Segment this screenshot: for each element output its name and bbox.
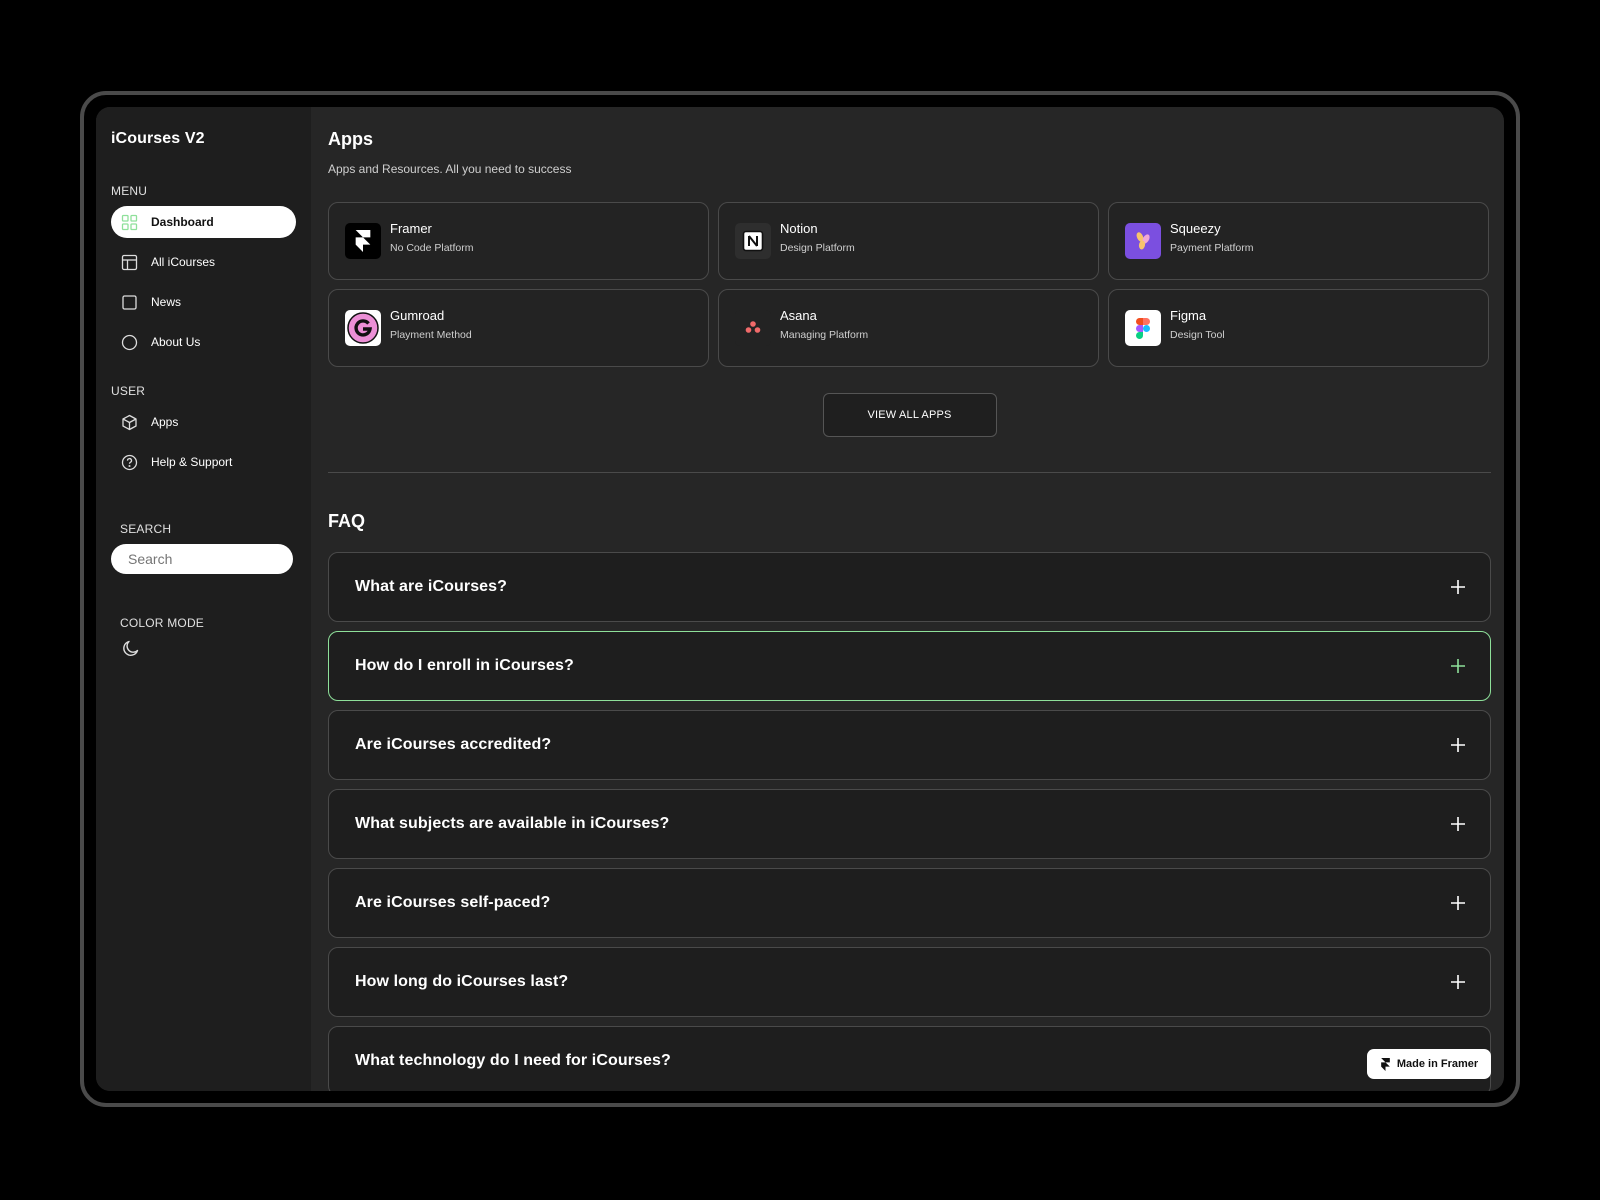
layout-icon <box>121 254 138 271</box>
app-desc: Design Tool <box>1170 328 1225 341</box>
faq-item[interactable]: How long do iCourses last? <box>328 947 1491 1017</box>
sidebar: iCourses V2 MENU Dashboard All iCourses … <box>96 107 311 1091</box>
app-desc: Design Platform <box>780 241 855 254</box>
sidebar-item-label: All iCourses <box>151 255 216 269</box>
sidebar-item-about-us[interactable]: About Us <box>111 326 296 358</box>
menu-section-label: MENU <box>111 184 148 198</box>
plus-icon <box>1451 580 1465 594</box>
app-name: Figma <box>1170 307 1207 323</box>
app-desc: Playment Method <box>390 328 472 341</box>
faq-question: What subjects are available in iCourses? <box>355 815 670 832</box>
view-all-apps-button[interactable]: VIEW ALL APPS <box>822 393 997 437</box>
faq-question: How do I enroll in iCourses? <box>355 657 574 674</box>
notion-logo <box>735 223 771 259</box>
faq-question: How long do iCourses last? <box>355 973 569 990</box>
sidebar-item-help-support[interactable]: Help & Support <box>111 446 296 478</box>
sidebar-item-label: News <box>151 295 182 309</box>
app-card-framer[interactable]: Framer No Code Platform <box>328 202 709 280</box>
faq-item[interactable]: Are iCourses accredited? <box>328 710 1491 780</box>
framer-icon <box>1381 1057 1390 1071</box>
sidebar-item-all-icourses[interactable]: All iCourses <box>111 246 296 278</box>
app-name: Squeezy <box>1170 220 1221 236</box>
sidebar-item-news[interactable]: News <box>111 286 296 318</box>
faq-item[interactable]: What are iCourses? <box>328 552 1491 622</box>
faq-item[interactable]: Are iCourses self-paced? <box>328 868 1491 938</box>
gumroad-logo <box>345 310 381 346</box>
section-divider <box>328 472 1491 473</box>
sidebar-item-dashboard[interactable]: Dashboard <box>111 206 296 238</box>
app-card-figma[interactable]: Figma Design Tool <box>1108 289 1489 367</box>
faq-item[interactable]: What subjects are available in iCourses? <box>328 789 1491 859</box>
app-name: Framer <box>390 220 432 236</box>
sidebar-item-label: Help & Support <box>151 455 233 469</box>
plus-icon <box>1451 659 1465 673</box>
faq-list: What are iCourses? How do I enroll in iC… <box>328 552 1491 1091</box>
app-card-asana[interactable]: Asana Managing Platform <box>718 289 1099 367</box>
figma-logo <box>1125 310 1161 346</box>
app-card-squeezy[interactable]: Squeezy Payment Platform <box>1108 202 1489 280</box>
app-name: Asana <box>780 307 817 323</box>
app-desc: Payment Platform <box>1170 241 1254 254</box>
app-name: Gumroad <box>390 307 445 323</box>
badge-label: Made in Framer <box>1396 1058 1479 1070</box>
app-name: Notion <box>780 220 818 236</box>
app-desc: Managing Platform <box>780 328 869 341</box>
apps-title: Apps <box>328 129 373 149</box>
faq-question: What technology do I need for iCourses? <box>355 1052 671 1069</box>
sidebar-item-label: Apps <box>151 415 179 429</box>
moon-icon[interactable] <box>121 638 141 658</box>
faq-question: Are iCourses self-paced? <box>355 894 551 911</box>
brand-title: iCourses V2 <box>111 130 205 147</box>
plus-icon <box>1451 817 1465 831</box>
faq-question: What are iCourses? <box>355 578 508 595</box>
circle-icon <box>121 334 138 351</box>
made-in-framer-badge[interactable]: Made in Framer <box>1367 1049 1491 1079</box>
sidebar-item-apps[interactable]: Apps <box>111 406 296 438</box>
grid-icon <box>121 214 138 231</box>
faq-question: Are iCourses accredited? <box>355 736 552 753</box>
faq-title: FAQ <box>328 511 366 531</box>
app-window: iCourses V2 MENU Dashboard All iCourses … <box>96 107 1504 1091</box>
device-frame: iCourses V2 MENU Dashboard All iCourses … <box>80 91 1520 1107</box>
search-section-label: SEARCH <box>120 522 172 536</box>
plus-icon <box>1451 896 1465 910</box>
color-mode-label: COLOR MODE <box>120 616 205 630</box>
app-card-gumroad[interactable]: Gumroad Playment Method <box>328 289 709 367</box>
search-input[interactable] <box>111 544 293 574</box>
plus-icon <box>1451 975 1465 989</box>
main-content: Apps Apps and Resources. All you need to… <box>311 107 1504 1091</box>
user-section-label: USER <box>111 384 146 398</box>
help-circle-icon <box>121 454 138 471</box>
square-icon <box>121 294 138 311</box>
sidebar-item-label: About Us <box>151 335 201 349</box>
app-desc: No Code Platform <box>390 241 474 254</box>
apps-grid: Framer No Code Platform Notion Design Pl… <box>328 202 1491 367</box>
faq-item[interactable]: What technology do I need for iCourses? <box>328 1026 1491 1091</box>
apps-subtitle: Apps and Resources. All you need to succ… <box>328 162 572 176</box>
plus-icon <box>1451 738 1465 752</box>
faq-item[interactable]: How do I enroll in iCourses? <box>328 631 1491 701</box>
sidebar-item-label: Dashboard <box>151 215 214 229</box>
framer-logo <box>345 223 381 259</box>
app-card-notion[interactable]: Notion Design Platform <box>718 202 1099 280</box>
cube-icon <box>121 414 138 431</box>
asana-logo <box>735 310 771 346</box>
squeezy-logo <box>1125 223 1161 259</box>
